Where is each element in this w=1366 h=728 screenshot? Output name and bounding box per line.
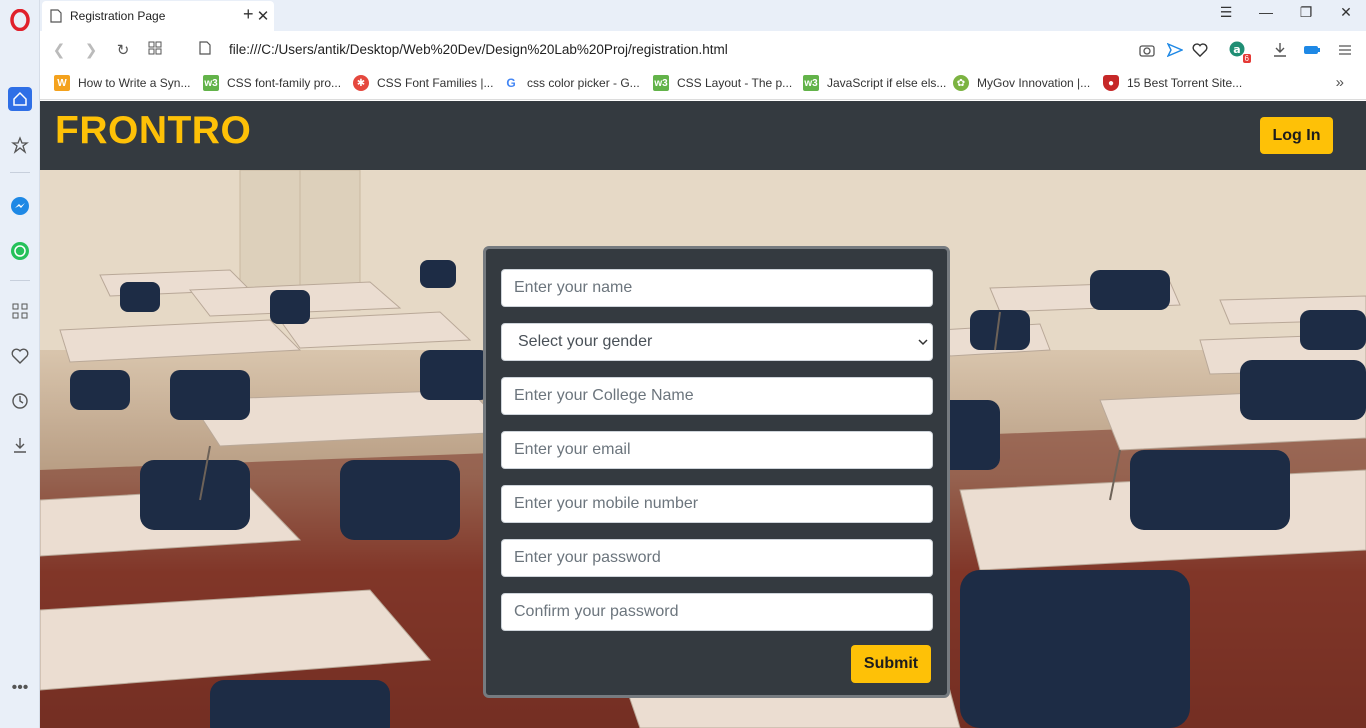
shield-icon: ●	[1103, 75, 1119, 91]
college-input[interactable]: Enter your College Name	[501, 377, 933, 415]
bookmark-item[interactable]: ● 15 Best Torrent Site...	[1103, 75, 1242, 91]
extension-badge: 6	[1242, 54, 1251, 63]
url-field[interactable]: file:///C:/Users/antik/Desktop/Web%20Dev…	[229, 42, 728, 57]
gender-select[interactable]: Select your gender	[501, 323, 933, 361]
downloads-icon[interactable]	[8, 433, 32, 457]
tabs-grid-icon[interactable]	[145, 41, 165, 59]
bookmark-item[interactable]: w3 CSS font-family pro...	[203, 75, 341, 91]
mobile-input[interactable]: Enter your mobile number	[501, 485, 933, 523]
flower-icon: ✱	[353, 75, 369, 91]
heart-icon[interactable]	[8, 344, 32, 368]
bookmark-item[interactable]: w3 JavaScript if else els...	[803, 75, 946, 91]
history-icon[interactable]	[8, 389, 32, 413]
tab-title: Registration Page	[70, 9, 166, 23]
login-button[interactable]: Log In	[1260, 117, 1333, 154]
tab-menu-icon[interactable]: ☰	[1211, 4, 1241, 21]
pinboard-icon[interactable]	[8, 133, 32, 157]
bookmark-label: CSS font-family pro...	[227, 76, 342, 90]
send-icon[interactable]	[1165, 41, 1185, 59]
w3schools-icon: w3	[203, 75, 219, 91]
bookmark-item[interactable]: W How to Write a Syn...	[54, 75, 190, 91]
bookmark-label: How to Write a Syn...	[78, 76, 191, 90]
sidebar-divider	[10, 280, 30, 281]
bookmark-label: css color picker - G...	[527, 76, 640, 90]
tab-bar: Registration Page ✕ + ☰ — ❐ ✕	[40, 0, 1366, 31]
password-input[interactable]: Enter your password	[501, 539, 933, 577]
email-input[interactable]: Enter your email	[501, 431, 933, 469]
bookmark-item[interactable]: ✱ CSS Font Families |...	[353, 75, 493, 91]
minimize-icon[interactable]: —	[1251, 4, 1281, 20]
battery-saver-icon[interactable]	[1302, 41, 1322, 59]
svg-text:a: a	[1233, 43, 1240, 56]
bookmarks-bar: W How to Write a Syn... w3 CSS font-fami…	[40, 69, 1366, 100]
more-bookmarks-icon[interactable]: »	[1336, 74, 1344, 91]
bookmark-label: 15 Best Torrent Site...	[1127, 76, 1243, 90]
registration-form: Enter your name Select your gender Enter…	[483, 246, 950, 698]
bookmark-heart-icon[interactable]	[1190, 41, 1210, 59]
name-input[interactable]: Enter your name	[501, 269, 933, 307]
opera-logo-icon[interactable]	[8, 8, 32, 32]
bookmark-label: CSS Font Families |...	[377, 76, 494, 90]
tab-registration[interactable]: Registration Page ✕	[42, 1, 274, 31]
web-page: FRONTRO Log In Enter your name Select yo…	[40, 101, 1366, 728]
confirm-password-input[interactable]: Confirm your password	[501, 593, 933, 631]
gender-select-value: Select your gender	[518, 333, 653, 350]
extension-icon[interactable]: a 6	[1228, 41, 1251, 63]
home-icon[interactable]	[8, 87, 32, 111]
back-icon[interactable]: ❮	[49, 41, 69, 59]
download-icon[interactable]	[1270, 41, 1290, 59]
restore-icon[interactable]: ❐	[1291, 4, 1321, 21]
close-window-icon[interactable]: ✕	[1331, 4, 1361, 21]
browser-sidebar: •••	[0, 0, 40, 728]
bookmark-item[interactable]: G css color picker - G...	[503, 75, 640, 91]
sidebar-divider	[10, 172, 30, 173]
close-tab-icon[interactable]: ✕	[252, 7, 274, 25]
page-icon	[50, 9, 62, 23]
whatsapp-icon[interactable]	[8, 239, 32, 263]
speed-dial-icon[interactable]	[8, 299, 32, 323]
navbar: FRONTRO Log In	[40, 101, 1366, 170]
submit-button[interactable]: Submit	[851, 645, 931, 683]
chevron-down-icon	[918, 335, 928, 349]
bookmark-label: CSS Layout - The p...	[677, 76, 793, 90]
new-tab-icon[interactable]: +	[243, 4, 254, 25]
bookmark-label: JavaScript if else els...	[827, 76, 947, 90]
more-icon[interactable]: •••	[8, 676, 32, 700]
messenger-icon[interactable]	[8, 194, 32, 218]
snapshot-icon[interactable]	[1137, 41, 1157, 59]
google-icon: G	[503, 75, 519, 91]
bookmark-label: MyGov Innovation |...	[977, 76, 1091, 90]
w-icon: W	[54, 75, 70, 91]
address-bar: ❮ ❯ ↻ file:///C:/Users/antik/Desktop/Web…	[40, 31, 1366, 69]
mygov-icon: ✿	[953, 75, 969, 91]
bookmark-item[interactable]: w3 CSS Layout - The p...	[653, 75, 792, 91]
easy-setup-icon[interactable]	[1335, 41, 1355, 59]
reload-icon[interactable]: ↻	[113, 41, 133, 59]
w3schools-icon: w3	[653, 75, 669, 91]
w3schools-icon: w3	[803, 75, 819, 91]
brand-logo[interactable]: FRONTRO	[55, 109, 251, 153]
bookmark-item[interactable]: ✿ MyGov Innovation |...	[953, 75, 1090, 91]
forward-icon[interactable]: ❯	[81, 41, 101, 59]
file-icon	[195, 41, 215, 59]
